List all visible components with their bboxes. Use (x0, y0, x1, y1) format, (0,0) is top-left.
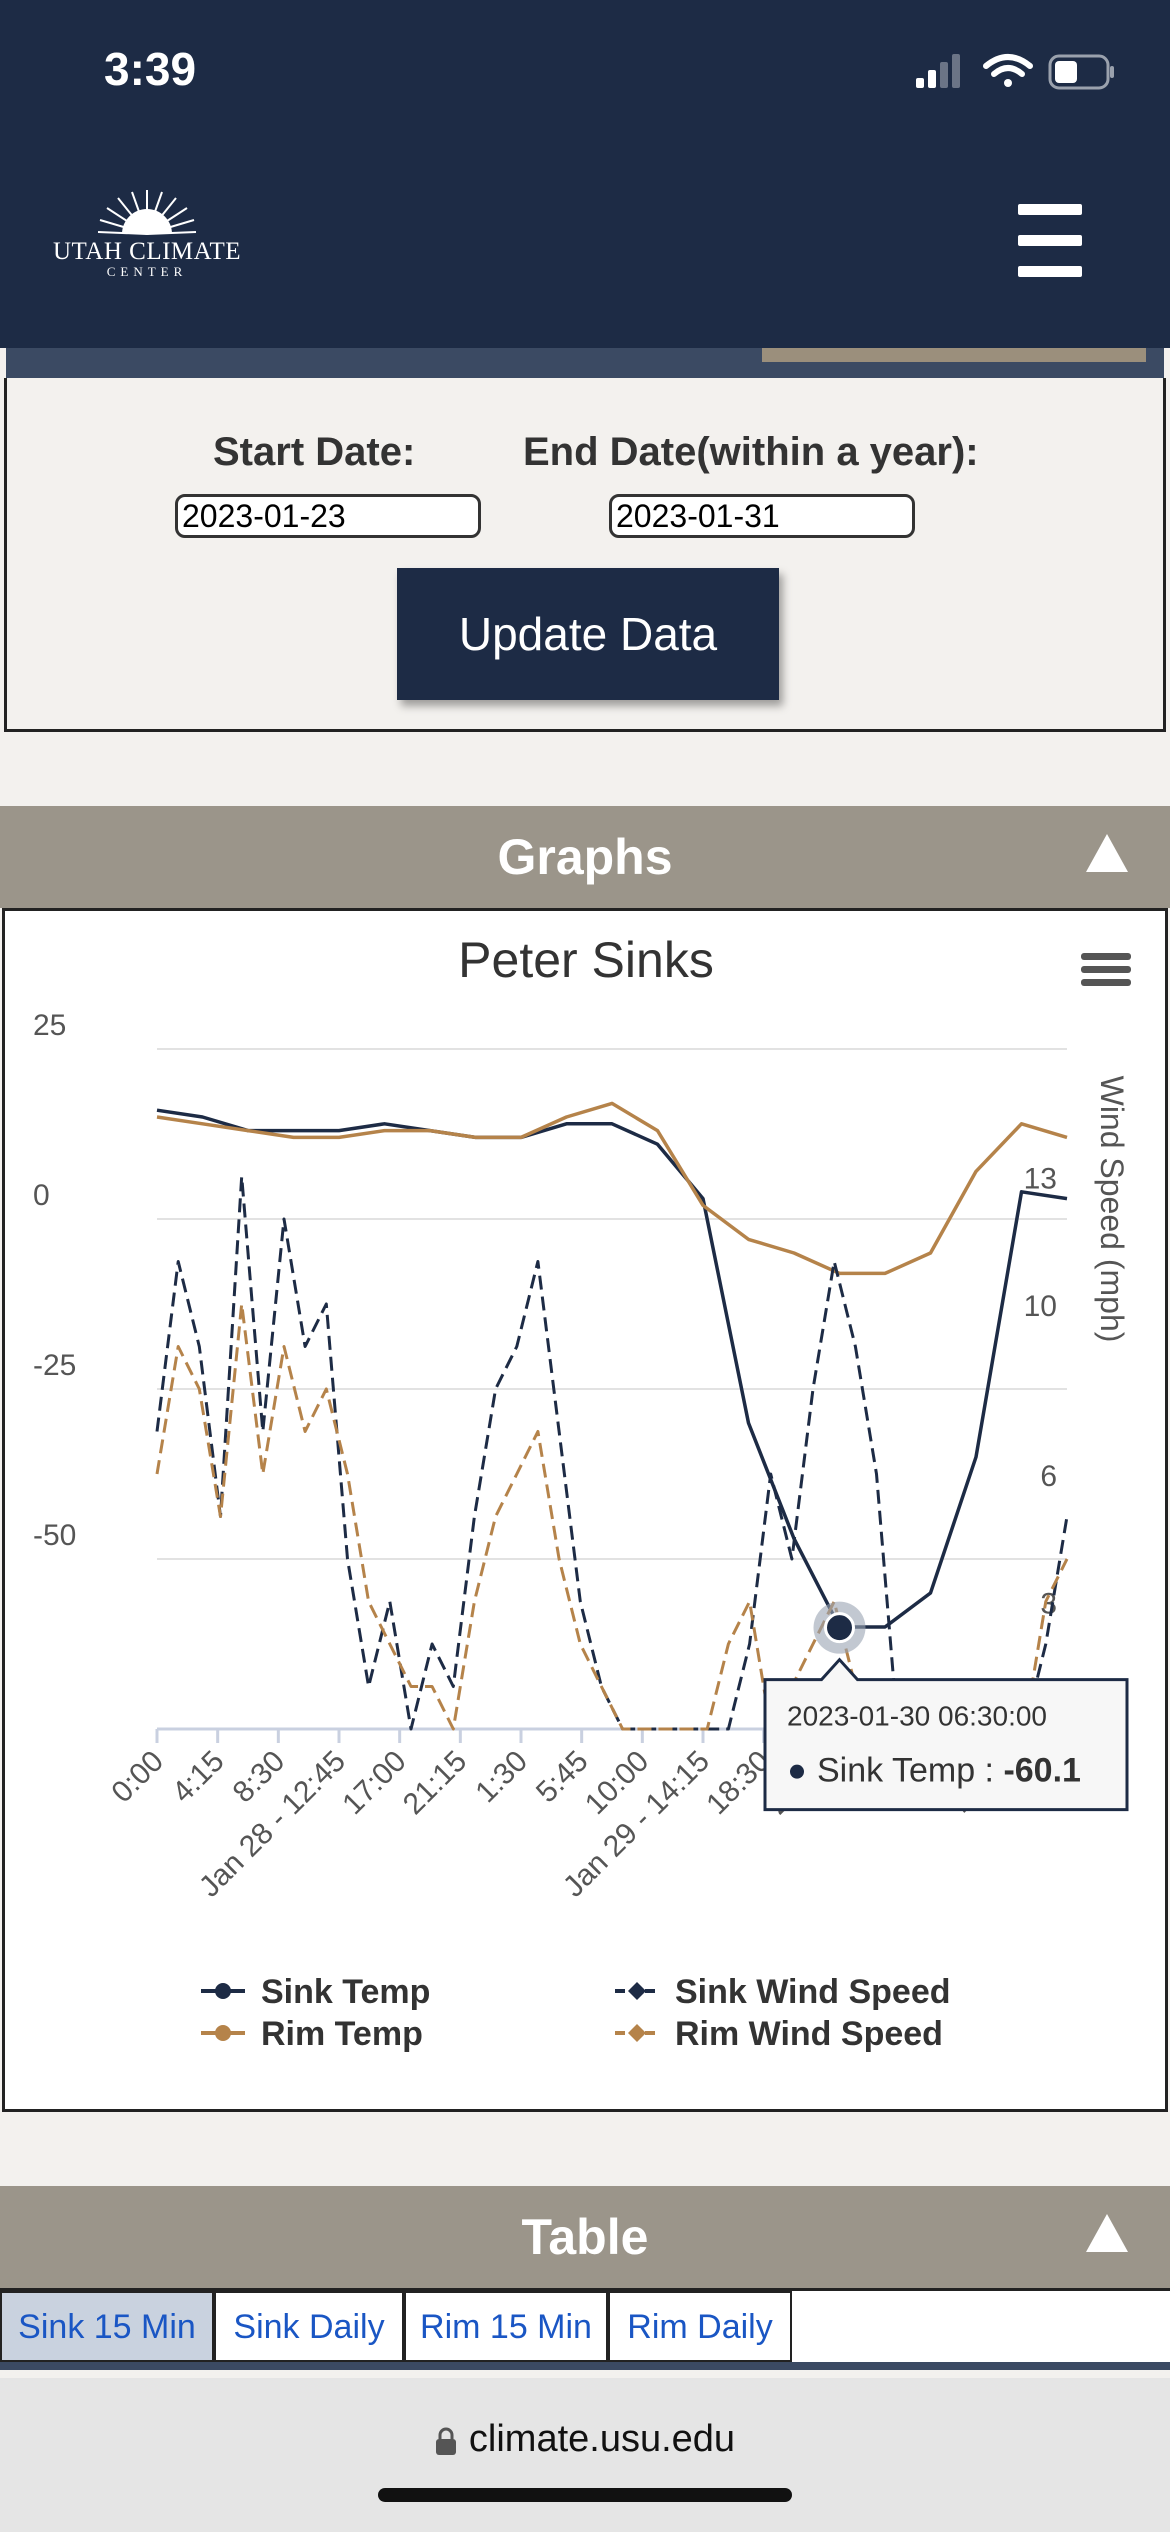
update-data-button[interactable]: Update Data (397, 568, 779, 700)
series-sink-temp[interactable] (156, 1108, 1068, 1629)
top-header: 3:39 UTAH CLIMATE CENTER (0, 0, 1170, 348)
table-section-header[interactable]: Table (0, 2186, 1170, 2288)
series-rim-wind-speed[interactable] (155, 1302, 1069, 1731)
subnav-tab[interactable] (762, 348, 1146, 362)
x-tick-label: 17:00 (336, 1745, 412, 1821)
lock-icon (435, 2427, 456, 2455)
tooltip-marker (790, 1764, 804, 1779)
legend-item-sink-temp[interactable]: Sink Temp (201, 1973, 430, 2011)
legend-item-sink-wind-speed[interactable]: Sink Wind Speed (615, 1973, 951, 2011)
home-indicator (378, 2488, 792, 2502)
battery-icon (1048, 54, 1114, 90)
tooltip-value: -60.1 (1003, 1752, 1081, 1790)
start-date-label: Start Date: (213, 430, 416, 474)
start-date-input[interactable] (175, 494, 481, 538)
tab-rim-daily[interactable]: Rim Daily (608, 2291, 792, 2362)
svg-text:Rim Wind Speed: Rim Wind Speed (675, 2015, 943, 2053)
y-left-tick-label: -50 (33, 1519, 76, 1552)
y-left-tick-label: 25 (33, 1009, 66, 1042)
y-right-tick-label: 10 (1024, 1290, 1057, 1323)
x-tick-label: 1:30 (469, 1745, 534, 1810)
svg-text:Sink Wind Speed: Sink Wind Speed (675, 1973, 951, 2011)
collapse-table-icon[interactable] (1086, 2214, 1128, 2252)
chart-menu-icon[interactable] (1081, 953, 1131, 986)
tab-sink-15-min[interactable]: Sink 15 Min (0, 2291, 214, 2362)
hover-point[interactable] (824, 1612, 855, 1644)
x-tick-label: 4:15 (166, 1745, 231, 1810)
hamburger-menu-icon[interactable] (1010, 200, 1090, 282)
y-right-tick-label: 6 (1040, 1460, 1057, 1493)
legend-item-rim-temp[interactable]: Rim Temp (201, 2015, 423, 2053)
tab-rim-15-min[interactable]: Rim 15 Min (404, 2291, 608, 2362)
chart-title: Peter Sinks (458, 932, 714, 988)
status-time: 3:39 (104, 43, 197, 95)
peter-sinks-chart: Peter Sinks 250-25-50 131063 Wind Speed … (33, 932, 1131, 2053)
end-date-label: End Date(within a year): (523, 430, 979, 474)
svg-text:Rim Temp: Rim Temp (261, 2015, 423, 2053)
y-left-tick-label: -25 (33, 1349, 76, 1382)
date-form: Start Date: End Date(within a year): Upd… (4, 378, 1166, 732)
tooltip-date: 2023-01-30 06:30:00 (787, 1701, 1047, 1732)
legend-item-rim-wind-speed[interactable]: Rim Wind Speed (615, 2015, 943, 2053)
svg-text:Sink Temp: Sink Temp (261, 1973, 430, 2011)
browser-url-bar[interactable]: climate.usu.edu (0, 2378, 1170, 2532)
wifi-icon (983, 54, 1033, 87)
graphs-title: Graphs (497, 829, 673, 885)
table-tabs: Sink 15 Min Sink Daily Rim 15 Min Rim Da… (0, 2288, 1170, 2370)
right-axis-label: Wind Speed (mph) (1094, 1076, 1130, 1343)
end-date-input[interactable] (609, 494, 915, 538)
x-tick-label: 0:00 (105, 1745, 170, 1810)
status-icons (916, 54, 1114, 90)
sunburst-icon (97, 190, 197, 235)
utah-climate-center-logo[interactable]: UTAH CLIMATE CENTER (52, 186, 242, 279)
chart-panel: Peter Sinks 25 0 -25 -50 13 10 6 3 Wind Speed … (2, 908, 1168, 2112)
table-title: Table (521, 2209, 649, 2265)
collapse-graphs-icon[interactable] (1086, 834, 1128, 872)
series-sink-wind-speed[interactable] (155, 1175, 1069, 1731)
url-text: climate.usu.edu (468, 2418, 736, 2460)
tooltip-series: Sink Temp : -60.1 (817, 1752, 1081, 1790)
y-left-tick-label: 0 (33, 1179, 50, 1212)
y-right-tick-label: 13 (1024, 1163, 1057, 1196)
graphs-section-header[interactable]: Graphs (0, 806, 1170, 908)
logo-subtitle: CENTER (106, 264, 188, 279)
signal-icon (916, 54, 960, 88)
logo-title: UTAH CLIMATE (52, 238, 241, 265)
x-tick-label: 21:15 (397, 1745, 473, 1821)
tab-sink-daily[interactable]: Sink Daily (214, 2291, 404, 2362)
